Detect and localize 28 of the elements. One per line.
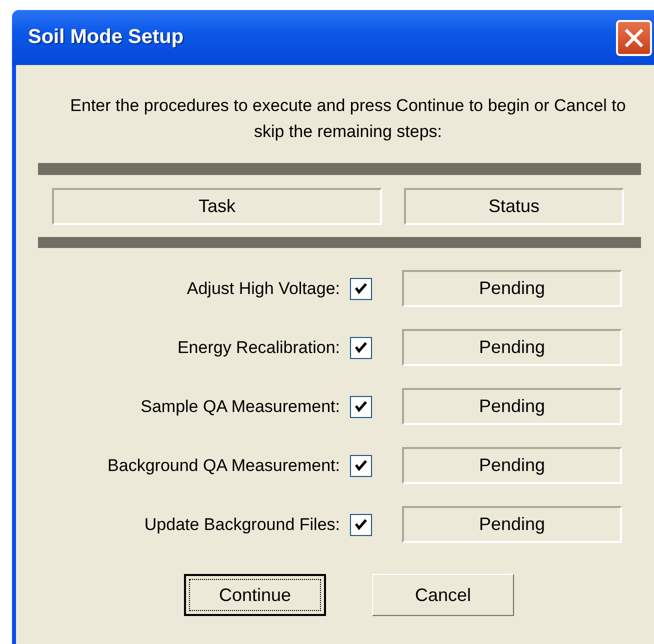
status-field: Pending (402, 388, 622, 425)
status-field: Pending (402, 329, 622, 366)
status-field: Pending (402, 447, 622, 484)
instruction-text: Enter the procedures to execute and press Continue to begin or Cancel to skip the remaining steps: (69, 95, 627, 143)
task-checkbox[interactable] (350, 454, 372, 476)
checkmark-icon (353, 516, 369, 532)
task-label: Update Background Files: (143, 514, 340, 534)
task-label: Adjust High Voltage: (186, 278, 340, 298)
task-label: Sample QA Measurement: (140, 396, 340, 416)
checkmark-icon (353, 280, 369, 296)
dialog-button[interactable]: Continue (184, 574, 326, 616)
close-button[interactable] (616, 20, 652, 56)
checkmark-icon (353, 398, 369, 414)
checkmark-icon (353, 458, 369, 474)
task-label: Background QA Measurement: (106, 456, 340, 476)
column-header: Status (404, 188, 624, 225)
task-checkbox[interactable] (350, 336, 372, 358)
window-title: Soil Mode Setup (28, 26, 184, 49)
status-field: Pending (402, 506, 622, 543)
checkmark-icon (353, 340, 369, 356)
column-header: Task (52, 188, 382, 225)
status-field: Pending (402, 270, 622, 307)
task-checkbox[interactable] (350, 514, 372, 536)
close-icon (623, 26, 645, 48)
task-label: Energy Recalibration: (176, 338, 340, 358)
task-checkbox[interactable] (350, 396, 372, 418)
task-checkbox[interactable] (350, 278, 372, 300)
dialog-button[interactable]: Cancel (372, 574, 514, 616)
